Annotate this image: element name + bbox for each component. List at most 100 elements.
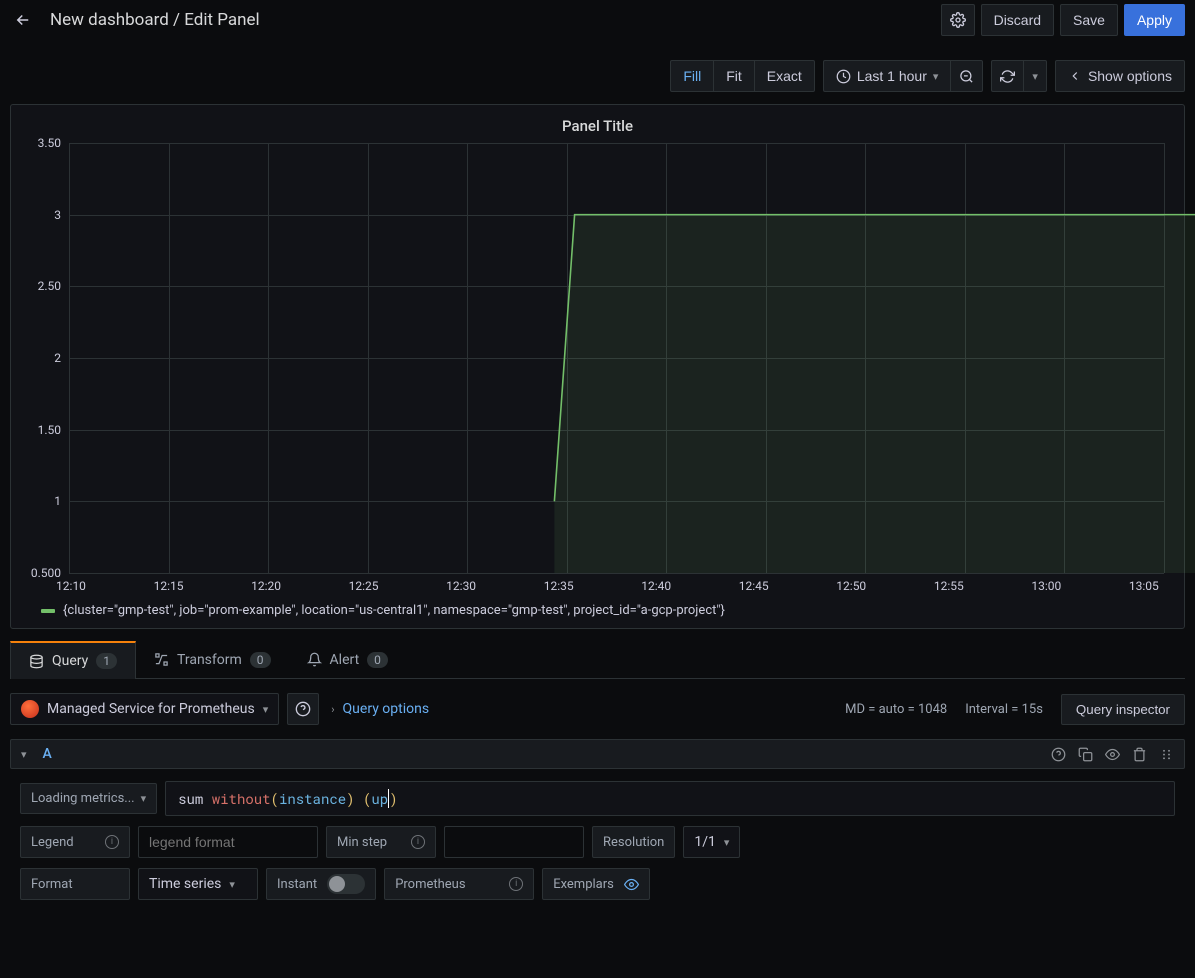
bell-icon	[307, 652, 322, 667]
fit-mode-button[interactable]: Fit	[713, 60, 754, 92]
exemplars-label: Exemplars	[542, 868, 650, 900]
x-tick-label: 13:05	[1124, 579, 1164, 593]
x-tick-label: 12:10	[51, 579, 91, 593]
max-data-points-info: MD = auto = 1048	[845, 702, 947, 717]
y-tick-label: 3	[11, 208, 61, 222]
datasource-name: Managed Service for Prometheus	[47, 701, 255, 717]
x-tick-label: 12:25	[344, 579, 384, 593]
format-select[interactable]: Time series ▾	[138, 868, 258, 900]
info-icon[interactable]: i	[105, 835, 119, 849]
resolution-select[interactable]: 1/1 ▾	[683, 826, 740, 858]
show-options-label: Show options	[1088, 68, 1172, 84]
time-range-label: Last 1 hour	[857, 68, 927, 84]
copy-icon[interactable]	[1078, 747, 1093, 762]
eye-icon	[624, 877, 639, 892]
prometheus-logo-icon	[21, 700, 39, 718]
eye-icon[interactable]	[1105, 747, 1120, 762]
chevron-down-icon: ▾	[229, 878, 235, 891]
info-icon[interactable]: i	[509, 877, 523, 891]
x-tick-label: 12:55	[929, 579, 969, 593]
y-tick-label: 1	[11, 494, 61, 508]
chevron-down-icon: ▾	[141, 792, 147, 805]
x-tick-label: 12:20	[246, 579, 286, 593]
query-inspector-button[interactable]: Query inspector	[1061, 694, 1185, 725]
tab-transform[interactable]: Transform 0	[136, 641, 289, 678]
x-tick-label: 12:30	[441, 579, 481, 593]
y-tick-label: 1.50	[11, 423, 61, 437]
instant-label: Instant	[277, 877, 317, 892]
x-tick-label: 12:35	[539, 579, 579, 593]
y-tick-label: 3.50	[11, 136, 61, 150]
show-options-button[interactable]: Show options	[1055, 60, 1185, 92]
chevron-down-icon: ▾	[1032, 70, 1038, 83]
panel-title: Panel Title	[11, 113, 1184, 143]
clock-icon	[836, 69, 851, 84]
y-tick-label: 2	[11, 351, 61, 365]
trash-icon[interactable]	[1132, 747, 1147, 762]
apply-button[interactable]: Apply	[1124, 4, 1185, 36]
info-icon[interactable]: i	[411, 835, 425, 849]
zoom-out-icon	[959, 69, 974, 84]
time-range-picker[interactable]: Last 1 hour ▾	[823, 60, 951, 92]
datasource-help-button[interactable]	[287, 693, 319, 725]
fill-mode-button[interactable]: Fill	[670, 60, 713, 92]
x-tick-label: 12:45	[734, 579, 774, 593]
tab-transform-count: 0	[250, 652, 271, 668]
legend-input[interactable]	[138, 826, 318, 858]
panel: Panel Title 3.5032.5021.5010.500 12:1012…	[10, 104, 1185, 629]
chevron-down-icon: ▾	[263, 703, 269, 716]
chevron-down-icon: ▾	[724, 836, 730, 849]
prometheus-label: Prometheus i	[384, 868, 534, 900]
legend[interactable]: {cluster="gmp-test", job="prom-example",…	[11, 593, 1184, 618]
metrics-dropdown-label: Loading metrics...	[31, 791, 135, 806]
tab-transform-label: Transform	[177, 652, 242, 668]
x-tick-label: 12:40	[636, 579, 676, 593]
min-step-label: Min step i	[326, 826, 436, 858]
drag-icon[interactable]	[1159, 747, 1174, 762]
tab-query-label: Query	[52, 653, 88, 669]
tab-alert[interactable]: Alert 0	[289, 641, 406, 678]
save-button[interactable]: Save	[1060, 4, 1118, 36]
view-mode-group: Fill Fit Exact	[670, 60, 814, 92]
format-value: Time series	[149, 876, 221, 892]
tab-query[interactable]: Query 1	[10, 641, 136, 679]
legend-text: {cluster="gmp-test", job="prom-example",…	[63, 603, 725, 618]
metrics-dropdown[interactable]: Loading metrics... ▾	[20, 783, 157, 814]
refresh-button[interactable]	[991, 60, 1023, 92]
help-icon[interactable]	[1051, 747, 1066, 762]
datasource-picker[interactable]: Managed Service for Prometheus ▾	[10, 693, 279, 725]
query-options-toggle[interactable]: › Query options	[331, 701, 429, 717]
tab-alert-count: 0	[367, 652, 388, 668]
back-button[interactable]	[10, 7, 36, 33]
bottom-tabs: Query 1 Transform 0 Alert 0	[10, 641, 1185, 679]
legend-label: Legend i	[20, 826, 130, 858]
chevron-left-icon	[1068, 69, 1082, 83]
query-letter: A	[43, 746, 52, 762]
discard-button[interactable]: Discard	[981, 4, 1054, 36]
format-label: Format	[20, 868, 130, 900]
exact-mode-button[interactable]: Exact	[754, 60, 815, 92]
interval-info: Interval = 15s	[965, 702, 1043, 717]
tab-query-count: 1	[96, 653, 117, 669]
chevron-down-icon: ▾	[21, 748, 27, 761]
help-icon	[295, 701, 311, 717]
query-options-label: Query options	[343, 701, 430, 717]
refresh-icon	[1000, 69, 1015, 84]
zoom-out-button[interactable]	[950, 60, 983, 92]
exemplars-toggle[interactable]	[624, 877, 639, 892]
gear-icon	[950, 12, 966, 28]
refresh-interval-button[interactable]: ▾	[1023, 60, 1047, 92]
min-step-input[interactable]	[444, 826, 584, 858]
x-tick-label: 12:50	[831, 579, 871, 593]
transform-icon	[154, 652, 169, 667]
x-tick-label: 13:00	[1026, 579, 1066, 593]
settings-button[interactable]	[941, 4, 975, 36]
instant-toggle[interactable]	[327, 874, 365, 894]
chart[interactable]: 3.5032.5021.5010.500	[11, 143, 1184, 573]
database-icon	[29, 654, 44, 669]
chevron-down-icon: ▾	[933, 70, 939, 83]
instant-field: Instant	[266, 868, 376, 900]
resolution-label: Resolution	[592, 826, 675, 858]
query-row-header[interactable]: ▾ A	[10, 739, 1185, 769]
promql-input[interactable]: sum without(instance) (up)	[165, 781, 1175, 816]
